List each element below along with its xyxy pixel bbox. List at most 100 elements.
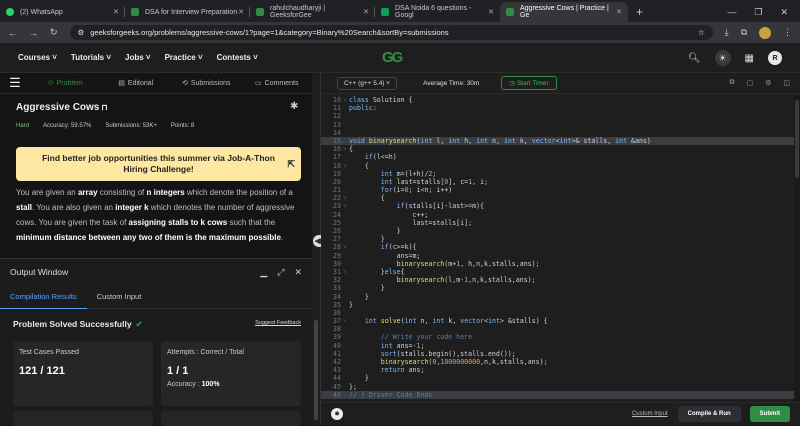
editor-scrollbar[interactable]	[794, 96, 800, 402]
code-line[interactable]: 22 ˅ {	[321, 194, 800, 202]
browser-tab[interactable]: DSA Noida 6 questions - Googl ✕	[375, 2, 500, 22]
code-line[interactable]: 14	[321, 129, 800, 137]
hamburger-icon[interactable]: ☰	[0, 73, 30, 94]
reset-icon[interactable]: ▢	[746, 79, 753, 87]
bookmark-icon[interactable]: ⊓	[101, 103, 107, 112]
code-area[interactable]: 10 ˅ class Solution {11 public: 12 13 14 15 void…	[321, 96, 800, 402]
code-line[interactable]: 35}	[321, 301, 800, 309]
code-line[interactable]: 27 }	[321, 235, 800, 243]
left-scrollbar[interactable]	[312, 73, 320, 425]
nav-practice[interactable]: Practice ˅	[165, 53, 203, 62]
code-line[interactable]: 13	[321, 121, 800, 129]
nav-courses[interactable]: Courses ˅	[18, 53, 57, 62]
submit-button[interactable]: Submit	[749, 406, 790, 422]
code-line[interactable]: 11 public:	[321, 104, 800, 112]
tab-compilation-results[interactable]: Compilation Results	[0, 285, 87, 309]
fold-icon[interactable]: ˅	[341, 317, 349, 325]
minimize-output-icon[interactable]: ▁	[260, 267, 267, 278]
lightbulb-icon[interactable]: ✸	[331, 408, 343, 420]
code-line[interactable]: 40 int ans=-1;	[321, 342, 800, 350]
fold-icon[interactable]: ˅	[341, 202, 349, 210]
fold-icon[interactable]: ˅	[341, 243, 349, 251]
code-line[interactable]: 46 ›// } Driver Code Ends	[321, 390, 800, 399]
code-line[interactable]: 18 ˅ {	[321, 162, 800, 170]
search-icon[interactable]: 🔍︎	[688, 53, 701, 64]
code-line[interactable]: 16 ˅{	[321, 145, 800, 153]
reload-icon[interactable]: ↻	[50, 27, 58, 38]
fullscreen-icon[interactable]: ⧉	[729, 79, 734, 87]
code-line[interactable]: 10 ˅ class Solution {	[321, 96, 800, 104]
code-line[interactable]: 33 }	[321, 284, 800, 292]
custom-input-link[interactable]: Custom Input	[632, 411, 668, 417]
close-tab-icon[interactable]: ✕	[363, 8, 369, 16]
code-line[interactable]: 25 last=stalls[i];	[321, 219, 800, 227]
code-line[interactable]: 44 }	[321, 374, 800, 382]
start-timer-button[interactable]: ◷ Start Timer	[501, 76, 557, 90]
fold-icon[interactable]: ˅	[341, 96, 349, 104]
code-line[interactable]: 12	[321, 112, 800, 120]
close-window-icon[interactable]: ✕	[780, 7, 788, 18]
browser-tab[interactable]: (2) WhatsApp ✕	[0, 2, 125, 22]
code-line[interactable]: 43 return ans;	[321, 366, 800, 374]
restore-icon[interactable]: ❐	[754, 7, 762, 18]
expand-output-icon[interactable]: ⤢	[277, 267, 284, 278]
browser-tab[interactable]: rahulchaudharyji | GeeksforGee ✕	[250, 2, 375, 22]
nav-jobs[interactable]: Jobs ˅	[125, 53, 151, 62]
tab-editorial[interactable]: ▤ Editorial	[101, 79, 172, 88]
new-tab-button[interactable]: +	[628, 5, 651, 22]
tab-submissions[interactable]: ⟲ Submissions	[171, 79, 242, 88]
settings-icon[interactable]: ⚙	[765, 79, 771, 87]
code-line[interactable]: 15 void binarysearch(int l, int h, int n,…	[321, 136, 800, 146]
compile-run-button[interactable]: Compile & Run	[677, 406, 741, 422]
tab-problem[interactable]: ⊙ Problem	[30, 79, 101, 88]
code-line[interactable]: 41 sort(stalls.begin(),stalls.end());	[321, 350, 800, 358]
browser-tab[interactable]: DSA for Interview Preparation ✕	[125, 2, 250, 22]
code-line[interactable]: 17 if(l<=h)	[321, 153, 800, 161]
tab-comments[interactable]: ▭ Comments	[242, 79, 313, 88]
suggest-feedback-link[interactable]: Suggest Feedback	[255, 320, 301, 326]
site-info-icon[interactable]: ⚙	[78, 28, 85, 37]
gfg-logo[interactable]: GG	[382, 49, 403, 66]
language-select[interactable]: C++ (g++ 5.4) ˅	[337, 76, 398, 90]
tab-custom-input[interactable]: Custom Input	[87, 285, 152, 309]
minimize-icon[interactable]: —	[727, 7, 736, 17]
close-output-icon[interactable]: ✕	[294, 267, 302, 278]
code-line[interactable]: 32 binarysearch(l,m-1,n,k,stalls,ans);	[321, 276, 800, 284]
notes-icon[interactable]: ▦	[745, 53, 754, 64]
code-line[interactable]: 21 for(i=0; i<n; i++)	[321, 186, 800, 194]
close-tab-icon[interactable]: ✕	[616, 8, 622, 16]
fold-icon[interactable]: ›	[341, 391, 349, 399]
bookmark-star-icon[interactable]: ☆	[698, 28, 705, 37]
code-line[interactable]: 31 ˅ }else{	[321, 268, 800, 276]
menu-icon[interactable]: ⋮	[783, 27, 792, 38]
job-banner[interactable]: Find better job opportunities this summe…	[16, 147, 301, 181]
code-line[interactable]: 28 ˅ if(c>=k){	[321, 243, 800, 251]
url-field[interactable]: ⚙ geeksforgeeks.org/problems/aggressive-…	[69, 25, 713, 40]
extensions-icon[interactable]: ⧉	[741, 27, 747, 38]
fold-icon[interactable]: ˅	[341, 268, 349, 276]
close-tab-icon[interactable]: ✕	[238, 8, 244, 16]
download-icon[interactable]: ⤓	[725, 27, 729, 38]
code-line[interactable]: 37 ˅ int solve(int n, int k, vector<int> …	[321, 317, 800, 325]
code-line[interactable]: 19 int m=(l+h)/2;	[321, 170, 800, 178]
back-icon[interactable]: ←	[8, 28, 17, 38]
code-line[interactable]: 45};	[321, 383, 800, 391]
fold-icon[interactable]: ˅	[341, 194, 349, 202]
browser-tab-active[interactable]: Aggressive Cows | Practice | Ge ✕	[500, 2, 628, 22]
code-line[interactable]: 34 }	[321, 293, 800, 301]
code-line[interactable]: 23 ˅ if(stalls[i]-last>=m){	[321, 202, 800, 210]
info-icon[interactable]: ◫	[783, 79, 790, 87]
code-line[interactable]: 26 }	[321, 227, 800, 235]
avatar[interactable]: R	[768, 51, 782, 65]
profile-icon[interactable]	[759, 26, 771, 39]
nav-tutorials[interactable]: Tutorials ˅	[71, 53, 111, 62]
code-line[interactable]: 30 binarysearch(m+1, h,n,k,stalls,ans);	[321, 260, 800, 268]
close-tab-icon[interactable]: ✕	[488, 8, 494, 16]
nav-contests[interactable]: Contests ˅	[217, 53, 258, 62]
code-line[interactable]: 20 int last=stalls[0], c=1, i;	[321, 178, 800, 186]
report-bug-icon[interactable]: ✱	[290, 101, 298, 112]
code-line[interactable]: 24 c++;	[321, 211, 800, 219]
code-line[interactable]: 38	[321, 325, 800, 333]
fold-icon[interactable]: ˅	[341, 145, 349, 153]
code-line[interactable]: 42 binarysearch(0,1000000000,n,k,stalls,…	[321, 358, 800, 366]
